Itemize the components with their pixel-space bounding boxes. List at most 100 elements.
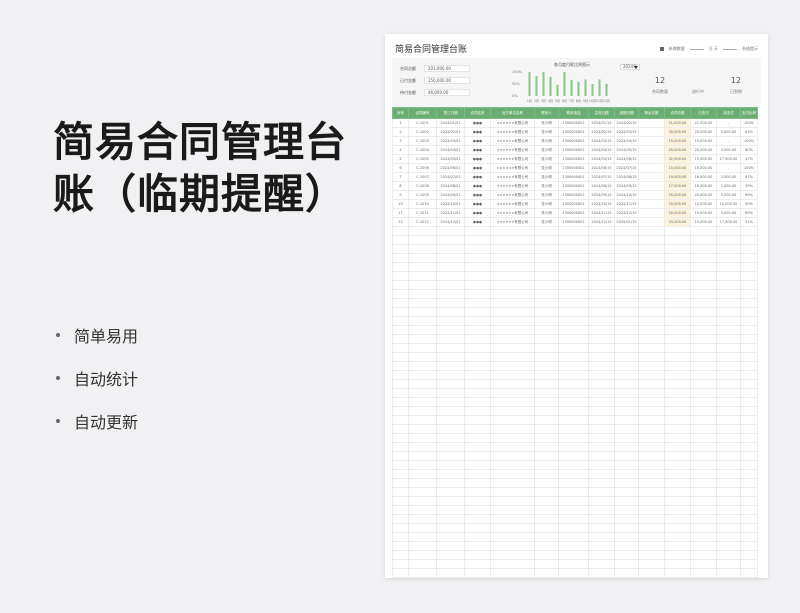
empty-cell[interactable] bbox=[490, 550, 535, 560]
empty-cell[interactable] bbox=[638, 262, 665, 272]
empty-cell[interactable] bbox=[664, 415, 691, 425]
empty-cell[interactable] bbox=[716, 271, 741, 281]
table-cell[interactable]: 1300000001 bbox=[558, 208, 589, 218]
empty-cell[interactable] bbox=[436, 415, 465, 425]
table-cell[interactable]: 1300000001 bbox=[558, 217, 589, 227]
empty-cell[interactable] bbox=[740, 271, 758, 281]
empty-cell[interactable] bbox=[558, 325, 589, 335]
empty-cell[interactable] bbox=[690, 280, 717, 290]
empty-cell[interactable] bbox=[588, 379, 615, 389]
empty-cell[interactable] bbox=[614, 469, 639, 479]
empty-cell[interactable] bbox=[464, 379, 491, 389]
empty-cell[interactable] bbox=[740, 334, 758, 344]
empty-cell[interactable] bbox=[408, 541, 437, 551]
empty-cell[interactable] bbox=[392, 460, 409, 470]
empty-cell[interactable] bbox=[588, 334, 615, 344]
empty-cell[interactable] bbox=[716, 262, 741, 272]
table-cell[interactable]: 2024/08/01 bbox=[436, 181, 465, 191]
empty-cell[interactable] bbox=[436, 388, 465, 398]
empty-cell[interactable] bbox=[588, 235, 615, 245]
empty-cell[interactable] bbox=[716, 460, 741, 470]
empty-cell[interactable] bbox=[558, 262, 589, 272]
empty-cell[interactable] bbox=[664, 361, 691, 371]
table-cell[interactable] bbox=[638, 136, 665, 146]
table-cell[interactable]: 2024/09/01 bbox=[436, 190, 465, 200]
empty-cell[interactable] bbox=[664, 289, 691, 299]
empty-cell[interactable] bbox=[534, 334, 559, 344]
empty-cell[interactable] bbox=[534, 478, 559, 488]
empty-cell[interactable] bbox=[534, 289, 559, 299]
empty-cell[interactable] bbox=[588, 442, 615, 452]
empty-cell[interactable] bbox=[392, 388, 409, 398]
empty-cell[interactable] bbox=[464, 397, 491, 407]
empty-cell[interactable] bbox=[558, 469, 589, 479]
empty-cell[interactable] bbox=[664, 478, 691, 488]
empty-cell[interactable] bbox=[716, 424, 741, 434]
empty-row[interactable] bbox=[392, 478, 758, 488]
table-cell[interactable]: 张小明 bbox=[534, 190, 559, 200]
empty-cell[interactable] bbox=[638, 244, 665, 254]
table-cell[interactable]: ××××××有限公司 bbox=[490, 172, 535, 182]
table-cell[interactable]: 2024/05/01 bbox=[436, 154, 465, 164]
empty-cell[interactable] bbox=[664, 559, 691, 569]
empty-cell[interactable] bbox=[490, 514, 535, 524]
empty-cell[interactable] bbox=[408, 505, 437, 515]
table-cell[interactable]: ××××××有限公司 bbox=[490, 181, 535, 191]
table-cell[interactable]: - bbox=[716, 163, 741, 173]
empty-cell[interactable] bbox=[690, 532, 717, 542]
empty-row[interactable] bbox=[392, 244, 758, 254]
empty-cell[interactable] bbox=[464, 451, 491, 461]
table-cell[interactable]: 5,000.00 bbox=[716, 127, 741, 137]
table-cell[interactable]: 2024/02/01 bbox=[436, 127, 465, 137]
empty-cell[interactable] bbox=[558, 397, 589, 407]
empty-row[interactable] bbox=[392, 532, 758, 542]
empty-cell[interactable] bbox=[588, 289, 615, 299]
empty-cell[interactable] bbox=[392, 514, 409, 524]
empty-cell[interactable] bbox=[392, 316, 409, 326]
empty-cell[interactable] bbox=[464, 442, 491, 452]
empty-cell[interactable] bbox=[664, 505, 691, 515]
empty-row[interactable] bbox=[392, 541, 758, 551]
table-cell[interactable]: 2024/08/15 bbox=[614, 172, 639, 182]
empty-cell[interactable] bbox=[638, 325, 665, 335]
table-cell[interactable]: 2024/12/01 bbox=[436, 217, 465, 227]
table-cell[interactable]: 6 bbox=[392, 163, 409, 173]
table-cell[interactable]: C-1001 bbox=[408, 118, 437, 128]
empty-cell[interactable] bbox=[392, 244, 409, 254]
empty-cell[interactable] bbox=[464, 568, 491, 578]
empty-cell[interactable] bbox=[740, 550, 758, 560]
table-cell[interactable]: C-1012 bbox=[408, 217, 437, 227]
table-cell[interactable]: 9 bbox=[392, 190, 409, 200]
empty-cell[interactable] bbox=[464, 415, 491, 425]
table-cell[interactable]: 2024/12/15 bbox=[588, 217, 615, 227]
empty-cell[interactable] bbox=[690, 523, 717, 533]
empty-cell[interactable] bbox=[392, 307, 409, 317]
table-cell[interactable]: 11 bbox=[392, 208, 409, 218]
empty-cell[interactable] bbox=[638, 487, 665, 497]
empty-cell[interactable] bbox=[464, 460, 491, 470]
empty-cell[interactable] bbox=[716, 505, 741, 515]
empty-cell[interactable] bbox=[638, 505, 665, 515]
empty-cell[interactable] bbox=[408, 370, 437, 380]
empty-row[interactable] bbox=[392, 316, 758, 326]
empty-cell[interactable] bbox=[436, 469, 465, 479]
empty-cell[interactable] bbox=[392, 235, 409, 245]
table-cell[interactable]: 2024/04/15 bbox=[614, 136, 639, 146]
empty-cell[interactable] bbox=[464, 370, 491, 380]
year-select[interactable]: 2024年 bbox=[620, 64, 640, 70]
table-cell[interactable]: C-1006 bbox=[408, 163, 437, 173]
table-cell[interactable]: 19,000.00 bbox=[664, 172, 691, 182]
empty-cell[interactable] bbox=[534, 226, 559, 236]
table-cell[interactable] bbox=[638, 208, 665, 218]
empty-cell[interactable] bbox=[392, 469, 409, 479]
empty-cell[interactable] bbox=[588, 343, 615, 353]
table-cell[interactable]: 张小明 bbox=[534, 163, 559, 173]
empty-cell[interactable] bbox=[740, 415, 758, 425]
empty-cell[interactable] bbox=[436, 406, 465, 416]
empty-cell[interactable] bbox=[490, 487, 535, 497]
empty-cell[interactable] bbox=[392, 370, 409, 380]
empty-cell[interactable] bbox=[408, 235, 437, 245]
empty-cell[interactable] bbox=[716, 244, 741, 254]
empty-cell[interactable] bbox=[464, 325, 491, 335]
empty-cell[interactable] bbox=[464, 361, 491, 371]
